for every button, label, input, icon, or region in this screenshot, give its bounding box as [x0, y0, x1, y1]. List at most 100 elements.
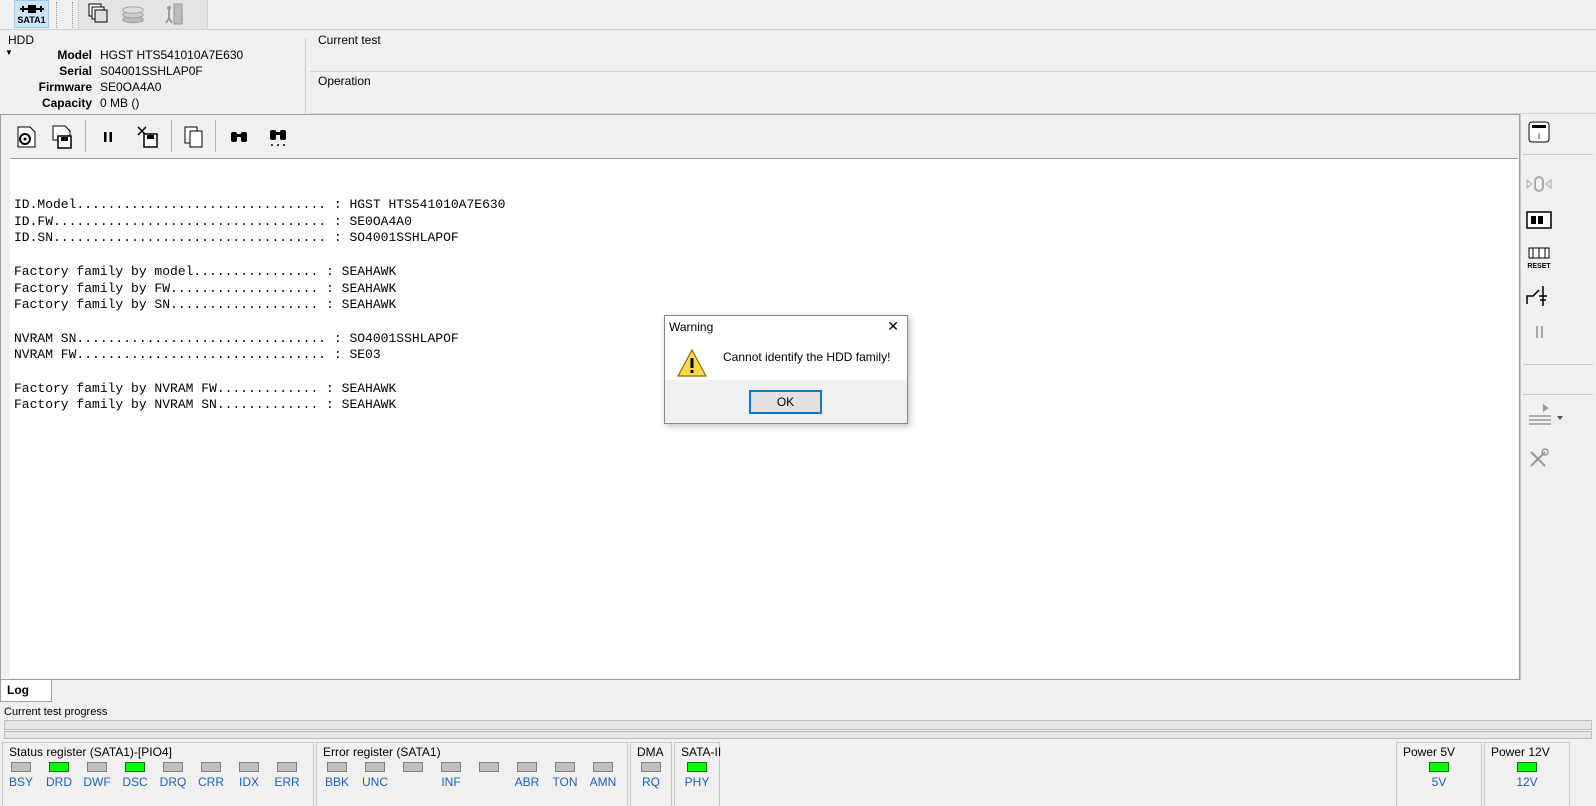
panel-separator [1523, 394, 1593, 395]
register-bit-label: DWF [83, 775, 111, 789]
phy-led [687, 762, 707, 772]
toolbar-separator [56, 2, 57, 28]
register-led [277, 762, 297, 772]
register-bit-label: INF [441, 775, 461, 789]
dialog-message: Cannot identify the HDD family! [723, 350, 891, 364]
dialog-title: Warning [669, 320, 714, 334]
close-icon[interactable]: ✕ [887, 318, 899, 335]
sata2-group: SATA-II PHY [674, 742, 722, 806]
reset-label: RESET [1527, 263, 1551, 270]
panel-separator [1523, 364, 1593, 365]
register-led [11, 762, 31, 772]
model-value: HGST HTS541010A7E630 [100, 48, 244, 62]
dma-rq-led [641, 762, 661, 772]
capacity-label: Capacity [41, 96, 92, 110]
register-bit-label: ERR [274, 775, 300, 789]
pause-icon[interactable] [95, 124, 121, 150]
dma-rq-label: RQ [642, 775, 660, 789]
svg-text:i: i [1538, 131, 1540, 141]
warning-icon [676, 348, 708, 377]
register-bit-label: CRR [198, 775, 224, 789]
register-led [239, 762, 259, 772]
divider [310, 71, 1596, 72]
panel-separator [1523, 154, 1593, 155]
register-led [365, 762, 385, 772]
register-bit-label: UNC [362, 775, 388, 789]
register-led [555, 762, 575, 772]
main-toolbar: SATA1 [0, 0, 1596, 30]
sata2-title: SATA-II [681, 745, 722, 759]
cable-menu-icon[interactable] [1521, 400, 1567, 428]
overall-progress-bar [4, 731, 1592, 739]
log-content: ID.Model................................… [14, 197, 506, 413]
register-led [49, 762, 69, 772]
dialog-titlebar: Warning ✕ [665, 316, 907, 338]
firmware-label: Firmware [38, 80, 92, 94]
power-12v-title: Power 12V [1491, 745, 1550, 759]
status-register-title: Status register (SATA1)-[PIO4] [9, 745, 172, 759]
copy-pages-icon[interactable] [181, 124, 207, 150]
toolbar-separator [85, 120, 86, 152]
capacity-value: 0 MB () [100, 96, 140, 110]
toolbar-separator [72, 2, 73, 28]
register-led [125, 762, 145, 772]
capacity-row: Capacity 0 MB () [0, 96, 308, 112]
sata-connector-icon [20, 5, 44, 13]
board-chip-icon[interactable] [1521, 206, 1557, 234]
register-bit-label: TON [552, 775, 578, 789]
serial-row: Serial S04001SSHLAP0F [0, 64, 308, 80]
phy-label: PHY [684, 775, 710, 789]
register-bit-label: BBK [324, 775, 349, 789]
register-bit-label: BSY [8, 775, 33, 789]
toolbar-separator [215, 120, 216, 152]
power-12v-led [1517, 762, 1537, 772]
hdd-group-title: HDD [8, 33, 34, 47]
disk-info-icon[interactable]: i [1521, 118, 1557, 146]
error-register-group: Error register (SATA1) BBK UNC INF ABR TON AM… [316, 742, 628, 806]
save-page-icon[interactable] [49, 124, 75, 150]
speaker-icon[interactable] [1521, 170, 1557, 198]
register-bit-label: AMN [589, 775, 617, 789]
register-led [201, 762, 221, 772]
serial-label: Serial [59, 64, 92, 78]
operation-label: Operation [318, 74, 371, 88]
register-bit-label: IDX [238, 775, 259, 789]
ok-button[interactable]: OK [749, 390, 822, 414]
reset-button[interactable]: RESET [1521, 242, 1557, 272]
current-test-progress-bar [4, 720, 1592, 730]
log-toolbar [1, 116, 1517, 156]
current-test-label: Current test [318, 33, 381, 47]
power-12v-label: 12V [1516, 775, 1538, 789]
find-next-binoculars-icon[interactable] [265, 124, 291, 150]
disk-stack-icon[interactable] [121, 2, 145, 26]
register-led [327, 762, 347, 772]
exit-door-icon[interactable] [162, 2, 186, 26]
tab-log[interactable]: Log [0, 680, 52, 702]
clear-save-icon[interactable] [135, 124, 161, 150]
register-led [593, 762, 613, 772]
power-5v-title: Power 5V [1403, 745, 1456, 759]
register-led [163, 762, 183, 772]
register-led [517, 762, 537, 772]
pause-icon[interactable] [1521, 318, 1557, 346]
dma-title: DMA [637, 745, 664, 759]
find-binoculars-icon[interactable] [226, 124, 252, 150]
settings-page-icon[interactable] [13, 124, 39, 150]
dma-group: DMA RQ [630, 742, 672, 806]
tools-icon[interactable] [1521, 444, 1557, 472]
model-label: Model [57, 48, 92, 62]
register-bit-label: DSC [122, 775, 148, 789]
firmware-value: SE0OA4A0 [100, 80, 162, 94]
sata1-label: SATA1 [17, 15, 46, 25]
model-row: Model HGST HTS541010A7E630 [0, 48, 308, 64]
sata1-port-button[interactable]: SATA1 [14, 0, 49, 28]
copy-windows-icon[interactable] [86, 2, 110, 26]
status-register-group: Status register (SATA1)-[PIO4] BSY DRD DWF… [2, 742, 314, 806]
power-12v-group: Power 12V 12V [1484, 742, 1570, 806]
serial-value: S04001SSHLAP0F [100, 64, 203, 78]
register-bit-label: DRQ [159, 775, 187, 789]
hdd-info-panel: HDD ▼ Model HGST HTS541010A7E630 Serial … [0, 30, 308, 114]
progress-label: Current test progress [4, 706, 108, 718]
register-led [441, 762, 461, 772]
power-switch-icon[interactable] [1521, 282, 1557, 310]
